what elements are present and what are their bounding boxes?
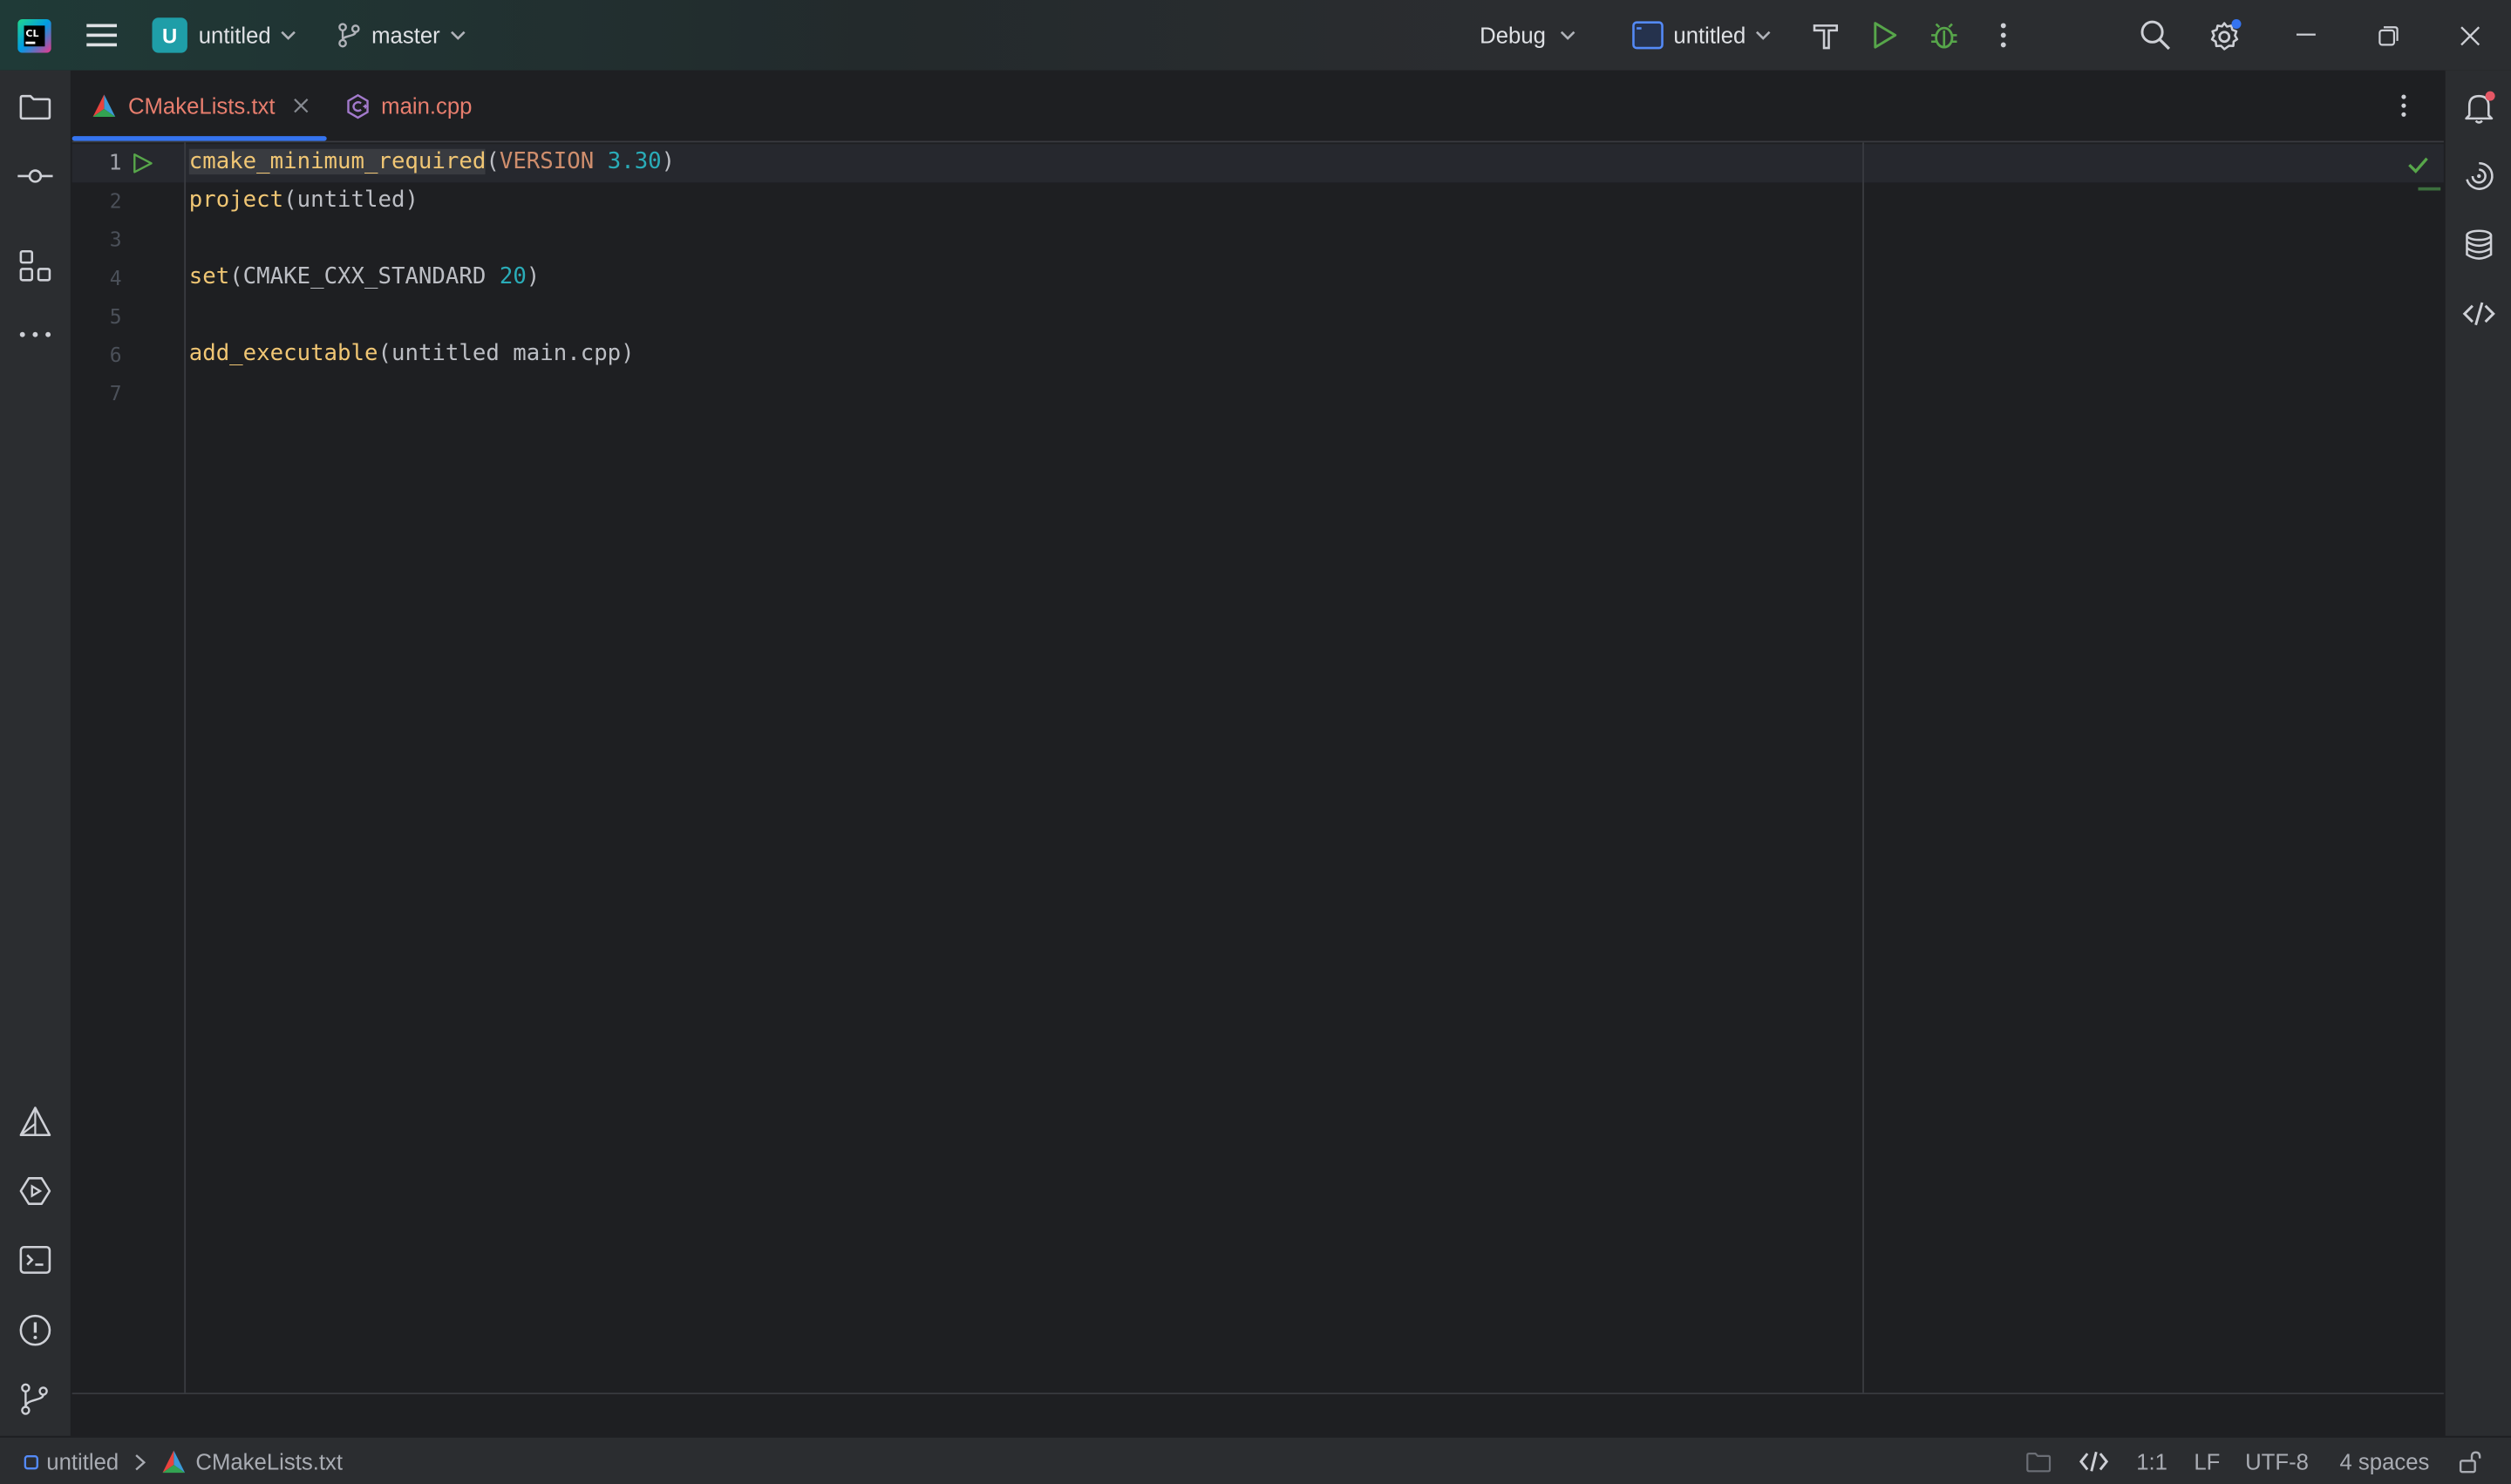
scrollbar-marker — [2418, 187, 2441, 191]
code-token: 3.30 — [607, 148, 662, 175]
code-token: set — [188, 263, 230, 290]
code-token: VERSION — [499, 148, 595, 175]
gutter-separator — [184, 142, 187, 1393]
problems-icon[interactable] — [17, 1313, 52, 1348]
more-actions-icon[interactable] — [1998, 0, 2008, 71]
code-line[interactable]: cmake_minimum_required(VERSION 3.30) — [188, 148, 676, 175]
settings-gear-icon[interactable] — [2208, 0, 2243, 71]
chevron-down-icon — [1756, 31, 1771, 40]
title-bar: CL U untitled master Debug untitled — [0, 0, 2511, 72]
project-folder-icon[interactable] — [17, 90, 52, 125]
line-number: 4 — [109, 265, 122, 290]
main-menu-icon[interactable] — [86, 0, 118, 71]
commit-icon[interactable] — [17, 159, 53, 194]
run-icon[interactable] — [1872, 0, 1897, 71]
clion-logo-icon[interactable]: CL — [17, 0, 51, 71]
no-problems-check-icon[interactable] — [2407, 155, 2430, 174]
tab-actions-more-icon[interactable] — [2399, 71, 2408, 141]
code-token: add_executable — [188, 341, 378, 367]
code-token: (CMAKE_CXX_STANDARD — [229, 263, 500, 290]
breadcrumb: untitled CMakeLists.txt — [24, 1438, 343, 1484]
restore-window-icon[interactable] — [2378, 0, 2399, 71]
code-token: (untitled) — [283, 187, 418, 214]
chevron-down-icon — [450, 31, 466, 40]
code-token: 20 — [499, 263, 527, 290]
right-tool-window-bar — [2443, 70, 2511, 1436]
tab-label: main.cpp — [381, 92, 473, 119]
close-tab-icon[interactable] — [293, 98, 309, 113]
left-tool-window-bar — [0, 70, 72, 1436]
chevron-down-icon — [281, 31, 296, 40]
code-editor[interactable] — [71, 142, 2444, 1393]
database-icon[interactable] — [2461, 228, 2496, 262]
more-tool-windows-icon[interactable] — [17, 317, 52, 352]
code-line[interactable]: project(untitled) — [189, 187, 418, 213]
project-selector[interactable]: U untitled — [152, 0, 296, 71]
code-token: ) — [526, 263, 541, 290]
breadcrumb-file[interactable]: CMakeLists.txt — [195, 1449, 343, 1474]
breadcrumb-project[interactable]: untitled — [46, 1449, 119, 1474]
folder-icon[interactable] — [2025, 1438, 2052, 1484]
editor-footer-area — [71, 1394, 2444, 1436]
active-tab-indicator — [71, 136, 327, 141]
svg-text:CL: CL — [25, 27, 38, 38]
status-bar: untitled CMakeLists.txt 1:1 LF UTF-8 4 s… — [0, 1435, 2511, 1484]
gutter-run-icon[interactable] — [132, 152, 154, 174]
application-icon — [1632, 21, 1664, 50]
cmake-icon — [92, 94, 116, 118]
line-number: 2 — [109, 188, 122, 214]
cpp-file-icon — [347, 92, 369, 119]
build-profile-label: Debug — [1480, 22, 1546, 49]
build-profile-selector[interactable]: Debug — [1480, 0, 1576, 71]
tab-label: CMakeLists.txt — [127, 92, 276, 119]
minimize-window-icon[interactable] — [2296, 0, 2316, 71]
line-number: 7 — [109, 380, 122, 405]
chevron-right-icon — [135, 1453, 146, 1470]
cmake-icon — [162, 1450, 186, 1474]
code-token: cmake_minimum_required — [188, 148, 487, 175]
code-token: (untitled main.cpp) — [378, 341, 635, 367]
line-number: 1 — [108, 150, 122, 176]
line-number: 6 — [109, 342, 122, 367]
caret-position[interactable]: 1:1 — [2136, 1438, 2167, 1484]
services-icon[interactable] — [17, 1174, 52, 1208]
endpoints-code-icon[interactable] — [2461, 296, 2496, 331]
code-style-icon[interactable] — [2079, 1438, 2109, 1484]
version-control-icon[interactable] — [17, 1381, 52, 1416]
code-line[interactable]: set(CMAKE_CXX_STANDARD 20) — [189, 264, 541, 289]
unlock-icon[interactable] — [2458, 1438, 2482, 1484]
project-name: untitled — [198, 22, 271, 49]
notifications-bell-icon[interactable] — [2461, 90, 2496, 125]
run-target-label: untitled — [1673, 22, 1746, 49]
ai-assistant-icon[interactable] — [2461, 159, 2496, 194]
debug-bug-icon[interactable] — [1929, 0, 1958, 71]
terminal-icon[interactable] — [17, 1242, 52, 1277]
indent-setting[interactable]: 4 spaces — [2339, 1438, 2429, 1484]
line-number: 3 — [109, 227, 122, 252]
right-margin-guide — [1862, 142, 1864, 1393]
branch-name: master — [371, 22, 440, 49]
structure-icon[interactable] — [17, 248, 52, 283]
code-token: ) — [661, 148, 676, 175]
tab-cmakelists[interactable]: CMakeLists.txt — [92, 71, 309, 141]
build-hammer-icon[interactable] — [1811, 0, 1840, 71]
line-number: 5 — [109, 303, 122, 329]
search-icon[interactable] — [2140, 0, 2172, 71]
vcs-branch-selector[interactable]: master — [338, 0, 466, 71]
branch-icon — [338, 23, 360, 48]
code-token: ( — [486, 148, 500, 175]
code-line[interactable]: add_executable(untitled main.cpp) — [189, 341, 635, 366]
close-window-icon[interactable] — [2460, 0, 2480, 71]
code-token: project — [188, 187, 284, 214]
line-separator[interactable]: LF — [2194, 1438, 2220, 1484]
tab-main-cpp[interactable]: main.cpp — [344, 71, 473, 141]
cmake-tool-icon[interactable] — [17, 1105, 52, 1140]
file-encoding[interactable]: UTF-8 — [2245, 1438, 2309, 1484]
run-target-selector[interactable]: untitled — [1632, 0, 1772, 71]
module-icon — [24, 1454, 38, 1469]
chevron-down-icon — [1561, 31, 1575, 40]
project-avatar: U — [152, 17, 187, 53]
